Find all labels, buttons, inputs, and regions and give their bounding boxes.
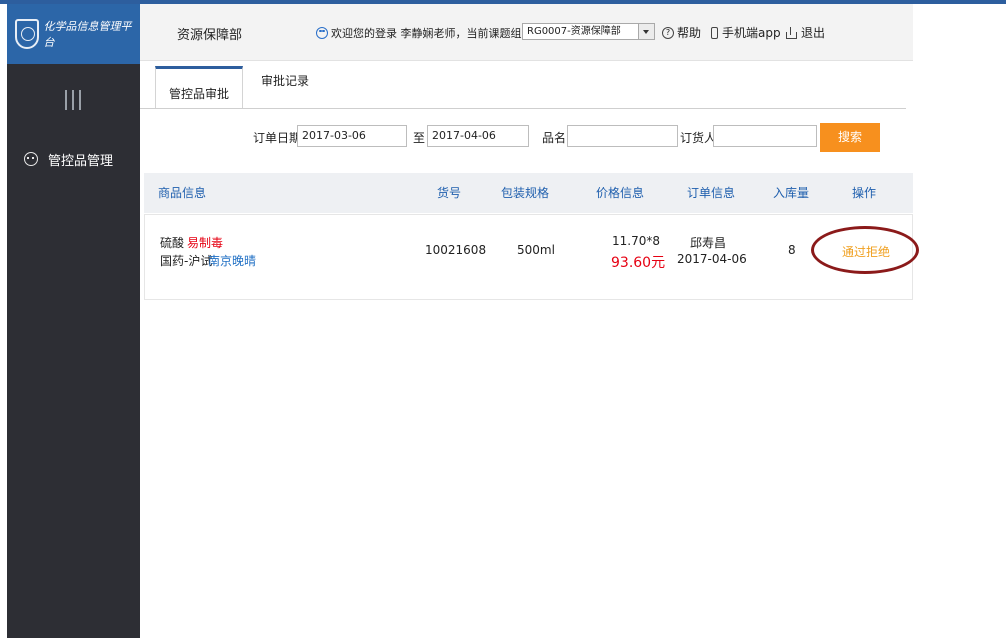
table-header: 商品信息 货号 包装规格 价格信息 订单信息 入库量 操作 [144, 173, 913, 213]
phone-icon [711, 26, 718, 39]
vendor-link[interactable]: 南京晚晴 [208, 252, 256, 269]
skull-icon [24, 152, 38, 166]
column-header-code: 货号 [437, 186, 462, 200]
product-name-input[interactable] [567, 125, 678, 147]
column-header-spec: 包装规格 [501, 186, 550, 200]
help-label: 帮助 [677, 26, 702, 40]
column-header-quantity: 入库量 [773, 186, 810, 200]
package-spec: 500ml [517, 243, 555, 257]
menu-toggle-icon[interactable] [65, 90, 81, 110]
total-price: 93.60元 [611, 255, 666, 271]
header: 资源保障部 欢迎您的登录 李静娴老师，当前课题组： RG0007-资源保障部 ?… [140, 4, 913, 61]
order-date-label: 订单日期 [253, 131, 302, 145]
logout-label: 退出 [801, 26, 826, 40]
table-row: 硫酸 易制毒 国药-沪试 南京晚晴 10021608 500ml 11.70*8… [144, 214, 913, 300]
date-to-label: 至 [413, 131, 426, 145]
group-select-value: RG0007-资源保障部 [527, 26, 621, 37]
welcome-message: 欢迎您的登录 李静娴老师，当前课题组： [316, 25, 533, 41]
help-link[interactable]: ? 帮助 [662, 24, 701, 41]
welcome-text: 欢迎您的登录 李静娴老师，当前课题组： [331, 27, 533, 40]
tab-controlled-approval[interactable]: 管控品审批 [155, 66, 243, 108]
logout-icon [786, 26, 797, 39]
product-name: 硫酸 [160, 236, 185, 250]
unit-price: 11.70*8 [612, 234, 660, 248]
mobile-app-link[interactable]: 手机端app [711, 24, 781, 41]
mobile-app-label: 手机端app [722, 26, 781, 40]
dropdown-arrow-icon[interactable] [638, 24, 654, 39]
smile-icon [316, 27, 328, 39]
sidebar: 化学品信息管理平台 管控品管理 [7, 4, 140, 638]
tab-bar: 管控品审批 审批记录 [140, 61, 906, 109]
sidebar-item-label: 管控品管理 [48, 153, 114, 169]
column-header-product: 商品信息 [158, 186, 207, 200]
sidebar-item-controlled-goods[interactable]: 管控品管理 [7, 142, 140, 176]
date-from-input[interactable]: 2017-03-06 [297, 125, 407, 147]
search-button[interactable]: 搜索 [820, 123, 880, 152]
column-header-actions: 操作 [852, 186, 877, 200]
highlight-circle [811, 226, 919, 274]
column-header-order: 订单信息 [687, 186, 736, 200]
column-header-price: 价格信息 [596, 186, 645, 200]
supplier: 国药-沪试 [160, 254, 213, 268]
buyer-input[interactable] [713, 125, 817, 147]
tab-approval-records[interactable]: 审批记录 [250, 61, 320, 101]
buyer-label: 订货人 [680, 131, 717, 145]
order-date: 2017-04-06 [677, 252, 747, 266]
brand-title: 化学品信息管理平台 [43, 20, 132, 49]
product-code: 10021608 [425, 243, 487, 257]
help-icon: ? [662, 26, 674, 39]
department-name: 资源保障部 [177, 28, 243, 43]
group-select[interactable]: RG0007-资源保障部 [522, 23, 655, 40]
date-to-input[interactable]: 2017-04-06 [427, 125, 529, 147]
logout-link[interactable]: 退出 [786, 24, 825, 41]
product-name-label: 品名 [542, 131, 567, 145]
buyer-name: 邱寿昌 [690, 236, 727, 250]
stock-quantity: 8 [788, 243, 796, 257]
controlled-tag: 易制毒 [187, 236, 224, 250]
university-shield-logo [15, 19, 39, 49]
brand[interactable]: 化学品信息管理平台 [7, 4, 140, 64]
